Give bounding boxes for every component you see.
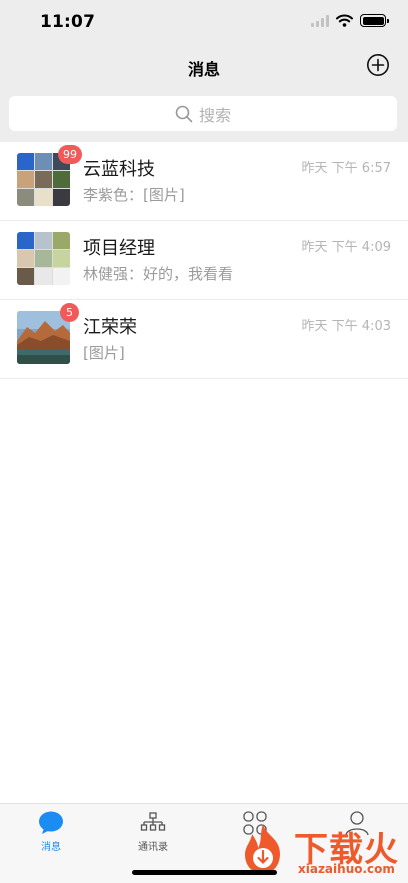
wifi-icon [336,14,353,27]
home-indicator [132,870,277,875]
status-time: 11:07 [40,12,96,32]
tab-label: 通讯录 [138,842,168,853]
header-area: 11:07 消息 搜索 [0,0,408,142]
search-placeholder: 搜索 [198,105,231,125]
messages-screen: 11:07 消息 搜索 99 云蓝科技 昨天 下午 6:57 李紫色：[图片] … [0,0,408,883]
conversation-name: 项目经理 [83,238,155,259]
cellular-signal-icon [311,14,329,27]
conversation-name: 江荣荣 [83,317,137,338]
org-chart-icon [140,812,166,831]
status-bar: 11:07 [0,0,408,44]
tab-label: 消息 [41,842,61,853]
conversation-preview: 李紫色：[图片] [83,186,185,204]
group-avatar [17,232,70,285]
conversation-list: 99 云蓝科技 昨天 下午 6:57 李紫色：[图片] 项目经理 昨天 下午 4… [0,142,408,379]
add-button[interactable] [366,53,390,77]
conversation-preview: 林健强：好的，我看看 [83,265,234,283]
watermark-subtext: xiazaihuo.com [298,862,395,876]
conversation-time: 昨天 下午 6:57 [301,161,391,176]
unread-badge: 5 [60,303,79,322]
conversation-time: 昨天 下午 4:03 [301,319,391,334]
conversation-preview: [图片] [83,344,125,362]
conversation-name: 云蓝科技 [83,159,155,180]
conversation-item[interactable]: 99 云蓝科技 昨天 下午 6:57 李紫色：[图片] [0,142,408,221]
tab-contacts[interactable]: 通讯录 [113,804,193,858]
unread-badge: 99 [58,145,82,164]
tab-messages[interactable]: 消息 [11,804,91,858]
page-title: 消息 [187,60,220,79]
status-icons [311,14,389,27]
search-input[interactable]: 搜索 [9,96,397,131]
conversation-item[interactable]: 项目经理 昨天 下午 4:09 林健强：好的，我看看 [0,221,408,300]
conversation-time: 昨天 下午 4:09 [301,240,391,255]
conversation-item[interactable]: 5 江荣荣 昨天 下午 4:03 [图片] [0,300,408,379]
search-icon [175,105,193,122]
battery-icon [360,14,389,27]
chat-bubble-icon [39,811,63,834]
